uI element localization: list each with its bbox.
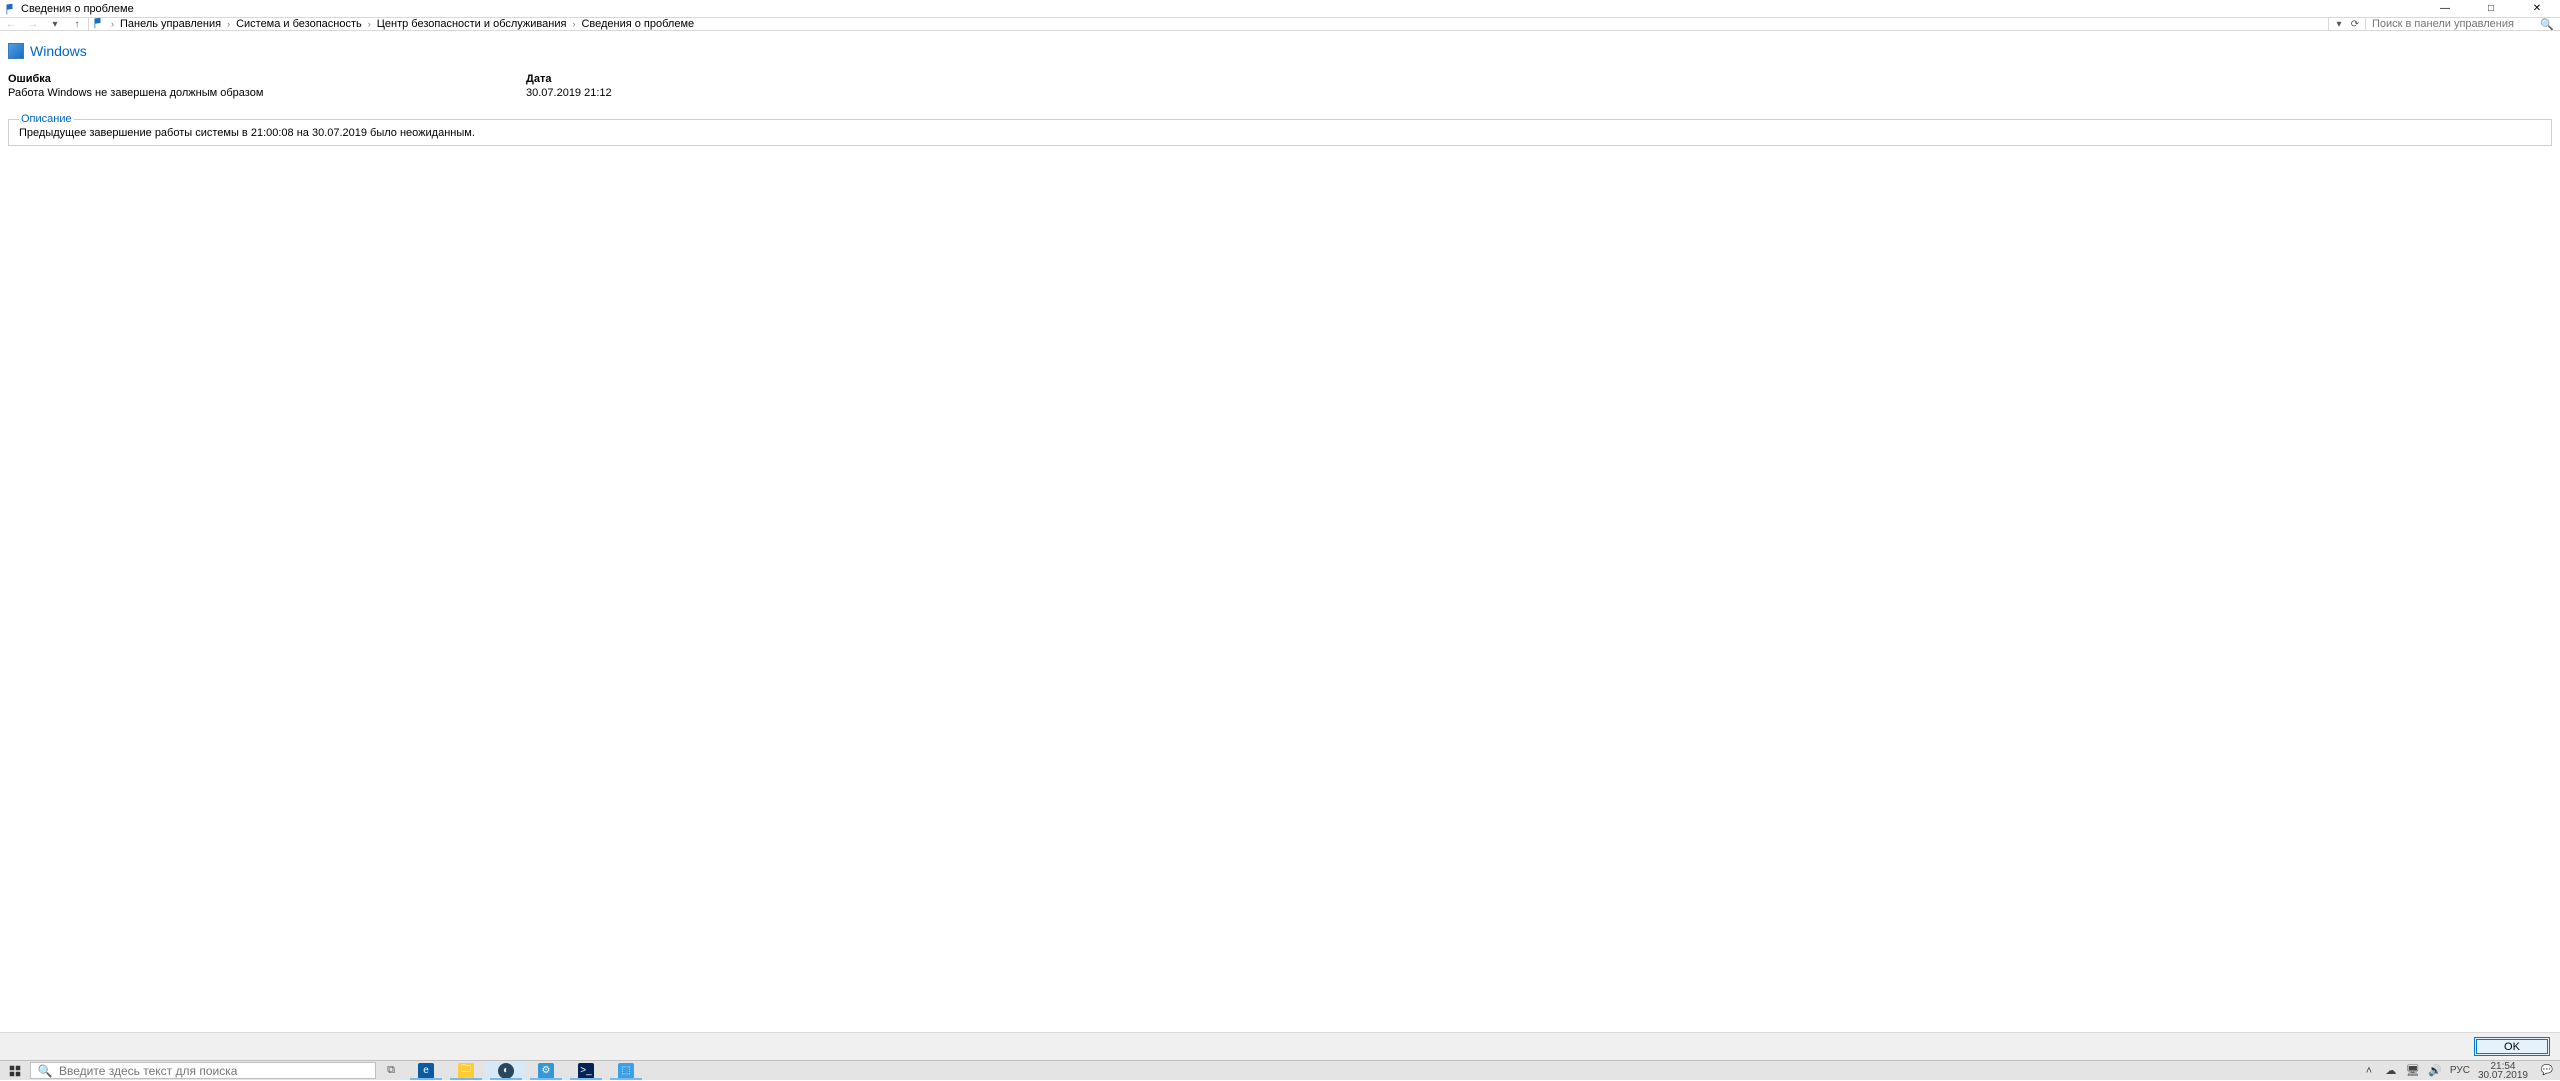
app-powershell[interactable]: >_ xyxy=(566,1061,606,1080)
close-button[interactable]: ✕ xyxy=(2514,0,2560,17)
breadcrumb[interactable]: Сведения о проблеме xyxy=(581,18,694,30)
date-label: Дата xyxy=(526,73,612,85)
titlebar: Сведения о проблеме — □ ✕ xyxy=(0,0,2560,17)
forward-button[interactable]: → xyxy=(22,17,44,31)
description-label: Описание xyxy=(19,113,74,125)
clock-date: 30.07.2019 xyxy=(2478,1071,2528,1080)
breadcrumb[interactable]: Панель управления xyxy=(120,18,221,30)
flag-icon xyxy=(93,17,105,32)
description-text: Предыдущее завершение работы системы в 2… xyxy=(19,127,2543,139)
address-bar[interactable]: › Панель управления › Система и безопасн… xyxy=(88,17,2329,31)
window-controls: — □ ✕ xyxy=(2422,0,2560,17)
network-icon[interactable]: 🖥 xyxy=(2406,1064,2420,1077)
app-explorer[interactable]: 🗀 xyxy=(446,1061,486,1080)
ok-button[interactable]: OK xyxy=(2474,1037,2550,1056)
chevron-right-icon: › xyxy=(572,19,575,29)
breadcrumb[interactable]: Система и безопасность xyxy=(236,18,362,30)
command-bar: OK xyxy=(0,1032,2560,1060)
app-control-panel[interactable]: ⚙ xyxy=(526,1061,566,1080)
chevron-right-icon: › xyxy=(368,19,371,29)
content: Windows Ошибка Работа Windows не заверше… xyxy=(0,31,2560,1042)
search-icon: 🔍 xyxy=(31,1064,59,1078)
search-icon: 🔍 xyxy=(2540,18,2554,31)
recent-button[interactable]: ▾ xyxy=(44,17,66,31)
clock[interactable]: 21:54 30.07.2019 xyxy=(2478,1062,2528,1080)
search-input[interactable] xyxy=(2372,18,2540,30)
taskbar-apps: e 🗀 ◐ ⚙ >_ ⬚ xyxy=(406,1061,646,1080)
heading-text: Windows xyxy=(30,43,87,59)
taskbar-search-input[interactable] xyxy=(59,1064,375,1078)
task-view-button[interactable]: ⧉ xyxy=(376,1061,406,1080)
search-box[interactable]: 🔍 xyxy=(2365,17,2560,31)
navbar: ← → ▾ ↑ › Панель управления › Система и … xyxy=(0,17,2560,31)
app-steam[interactable]: ◐ xyxy=(486,1061,526,1080)
page-heading: Windows xyxy=(8,43,2552,59)
start-button[interactable] xyxy=(0,1061,30,1080)
error-label: Ошибка xyxy=(8,73,526,85)
system-tray: ˄ ☁ 🖥 🔊 РУС 21:54 30.07.2019 💬 xyxy=(2360,1061,2560,1080)
date-col: Дата 30.07.2019 21:12 xyxy=(526,73,612,99)
window-title: Сведения о проблеме xyxy=(21,3,134,15)
windows-icon xyxy=(8,43,24,59)
tray-overflow[interactable]: ˄ xyxy=(2362,1065,2376,1077)
refresh-button[interactable]: ⟳ xyxy=(2348,19,2362,30)
app-extra[interactable]: ⬚ xyxy=(606,1061,646,1080)
language-indicator[interactable]: РУС xyxy=(2450,1065,2470,1076)
address-right: ▾ ⟳ xyxy=(2329,19,2365,30)
taskbar-search[interactable]: 🔍 xyxy=(30,1062,376,1079)
up-button[interactable]: ↑ xyxy=(66,17,88,31)
minimize-button[interactable]: — xyxy=(2422,0,2468,17)
maximize-button[interactable]: □ xyxy=(2468,0,2514,17)
flag-icon xyxy=(5,3,17,15)
chevron-right-icon: › xyxy=(227,19,230,29)
volume-icon[interactable]: 🔊 xyxy=(2428,1064,2442,1077)
app-edge[interactable]: e xyxy=(406,1061,446,1080)
date-value: 30.07.2019 21:12 xyxy=(526,87,612,99)
breadcrumb[interactable]: Центр безопасности и обслуживания xyxy=(377,18,567,30)
action-center-icon[interactable]: 💬 xyxy=(2536,1065,2558,1076)
info-grid: Ошибка Работа Windows не завершена должн… xyxy=(8,73,2552,99)
error-value: Работа Windows не завершена должным обра… xyxy=(8,87,526,99)
onedrive-icon[interactable]: ☁ xyxy=(2384,1064,2398,1077)
taskbar: 🔍 ⧉ e 🗀 ◐ ⚙ >_ ⬚ ˄ ☁ 🖥 🔊 РУС 21:54 30.07… xyxy=(0,1060,2560,1080)
error-col: Ошибка Работа Windows не завершена должн… xyxy=(8,73,526,99)
address-dropdown[interactable]: ▾ xyxy=(2332,19,2346,30)
back-button[interactable]: ← xyxy=(0,17,22,31)
chevron-right-icon: › xyxy=(111,19,114,29)
description-box: Описание Предыдущее завершение работы си… xyxy=(8,113,2552,146)
